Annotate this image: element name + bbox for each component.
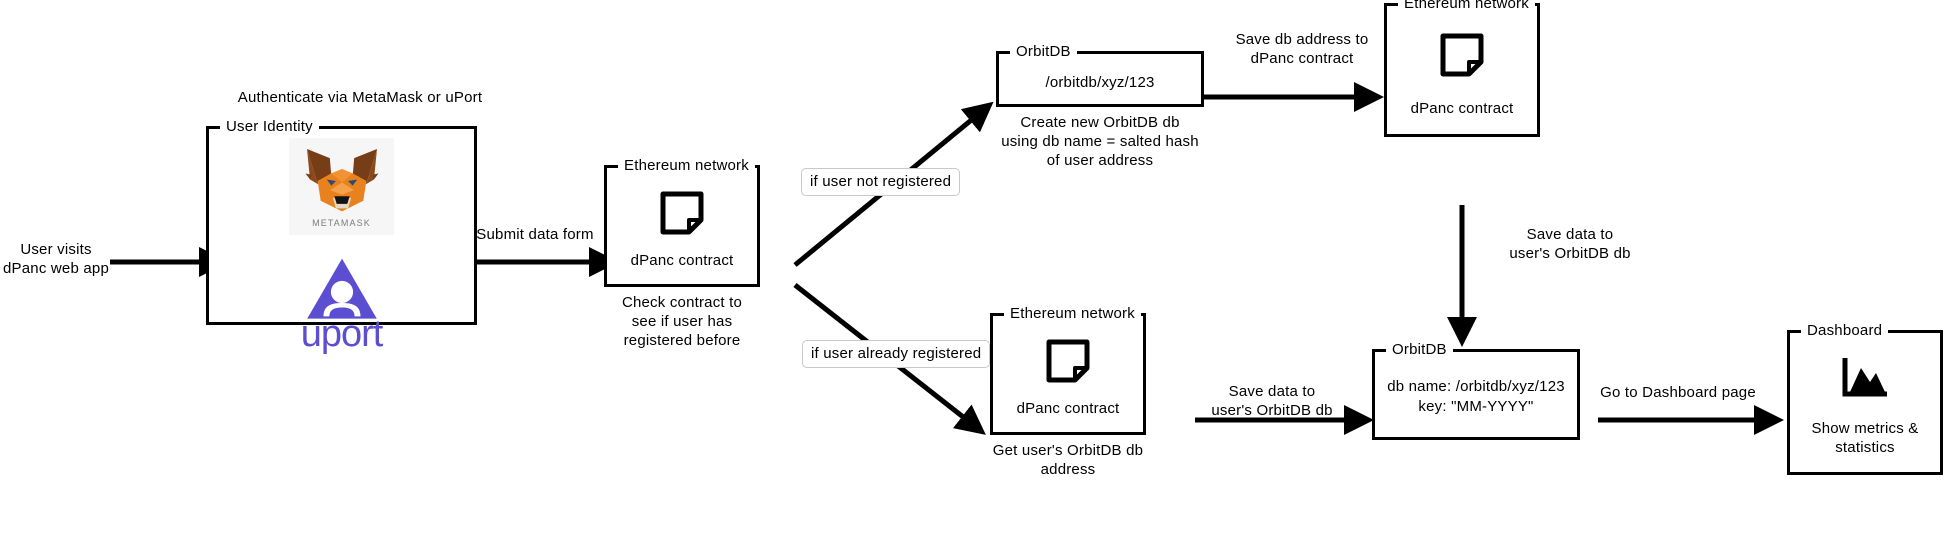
uport-triangle-person-icon <box>306 258 377 319</box>
metamask-fox-icon <box>304 149 379 212</box>
orbitdb-create-value: /orbitdb/xyz/123 <box>1045 74 1155 91</box>
diagram-canvas: User visits dPanc web app Authenticate v… <box>0 0 1945 553</box>
orbitdb-create-group-label: OrbitDB <box>1010 43 1077 60</box>
save-data-horizontal-label: Save data to user's OrbitDB db <box>1211 383 1333 419</box>
ethereum-network-store-label: Ethereum network <box>1398 0 1535 12</box>
ethereum-network-lookup-label: Ethereum network <box>1004 305 1141 322</box>
area-chart-icon <box>1842 358 1887 397</box>
dashboard-group: Dashboard Show metrics & statistics <box>1787 322 1943 475</box>
orbitdb-store-group: OrbitDB db name: /orbitdb/xyz/123 key: "… <box>1372 341 1580 440</box>
ethereum-network-check-label: Ethereum network <box>618 157 755 174</box>
orbitdb-create-group: OrbitDB /orbitdb/xyz/123 <box>996 43 1204 107</box>
dashboard-caption: Show metrics & statistics <box>1811 420 1919 456</box>
orbitdb-store-group-label: OrbitDB <box>1386 341 1453 358</box>
document-contract-icon <box>1440 33 1484 77</box>
get-orbitdb-address-caption: Get user's OrbitDB db address <box>992 442 1144 478</box>
orbitdb-store-dbname: db name: /orbitdb/xyz/123 <box>1387 378 1565 395</box>
branch-pill-already-registered: if user already registered <box>802 340 991 368</box>
authenticate-heading: Authenticate via MetaMask or uPort <box>237 89 483 106</box>
user-identity-group: User Identity METAMASK uport <box>206 118 477 353</box>
orbitdb-store-key: key: "MM-YYYY" <box>1418 398 1534 415</box>
document-contract-icon <box>1046 339 1090 383</box>
entry-label: User visits dPanc web app <box>2 241 109 277</box>
metamask-wordmark: METAMASK <box>312 218 371 228</box>
save-db-address-label: Save db address to dPanc contract <box>1235 31 1369 67</box>
submit-data-form-label: Submit data form <box>476 226 594 243</box>
dpanc-contract-store-label: dPanc contract <box>1410 100 1514 117</box>
orbitdb-create-caption: Create new OrbitDB db using db name = sa… <box>1001 114 1199 169</box>
branch-pill-not-registered: if user not registered <box>801 168 961 196</box>
metamask-tile: METAMASK <box>289 138 394 235</box>
ethereum-network-lookup-group: Ethereum network dPanc contract <box>990 305 1146 435</box>
dashboard-group-label: Dashboard <box>1801 322 1889 339</box>
uport-logo: uport <box>209 257 474 355</box>
ethereum-network-check-group: Ethereum network dPanc contract <box>604 157 760 287</box>
check-contract-caption: Check contract to see if user has regist… <box>621 294 743 349</box>
document-contract-icon <box>660 191 704 235</box>
go-to-dashboard-label: Go to Dashboard page <box>1600 384 1756 401</box>
dpanc-contract-lookup-label: dPanc contract <box>1016 400 1120 417</box>
ethereum-network-store-group: Ethereum network dPanc contract <box>1384 0 1540 137</box>
save-data-vertical-label: Save data to user's OrbitDB db <box>1509 226 1631 262</box>
uport-wordmark: uport <box>300 313 384 355</box>
dpanc-contract-check-label: dPanc contract <box>630 252 734 269</box>
user-identity-group-label: User Identity <box>220 118 319 135</box>
